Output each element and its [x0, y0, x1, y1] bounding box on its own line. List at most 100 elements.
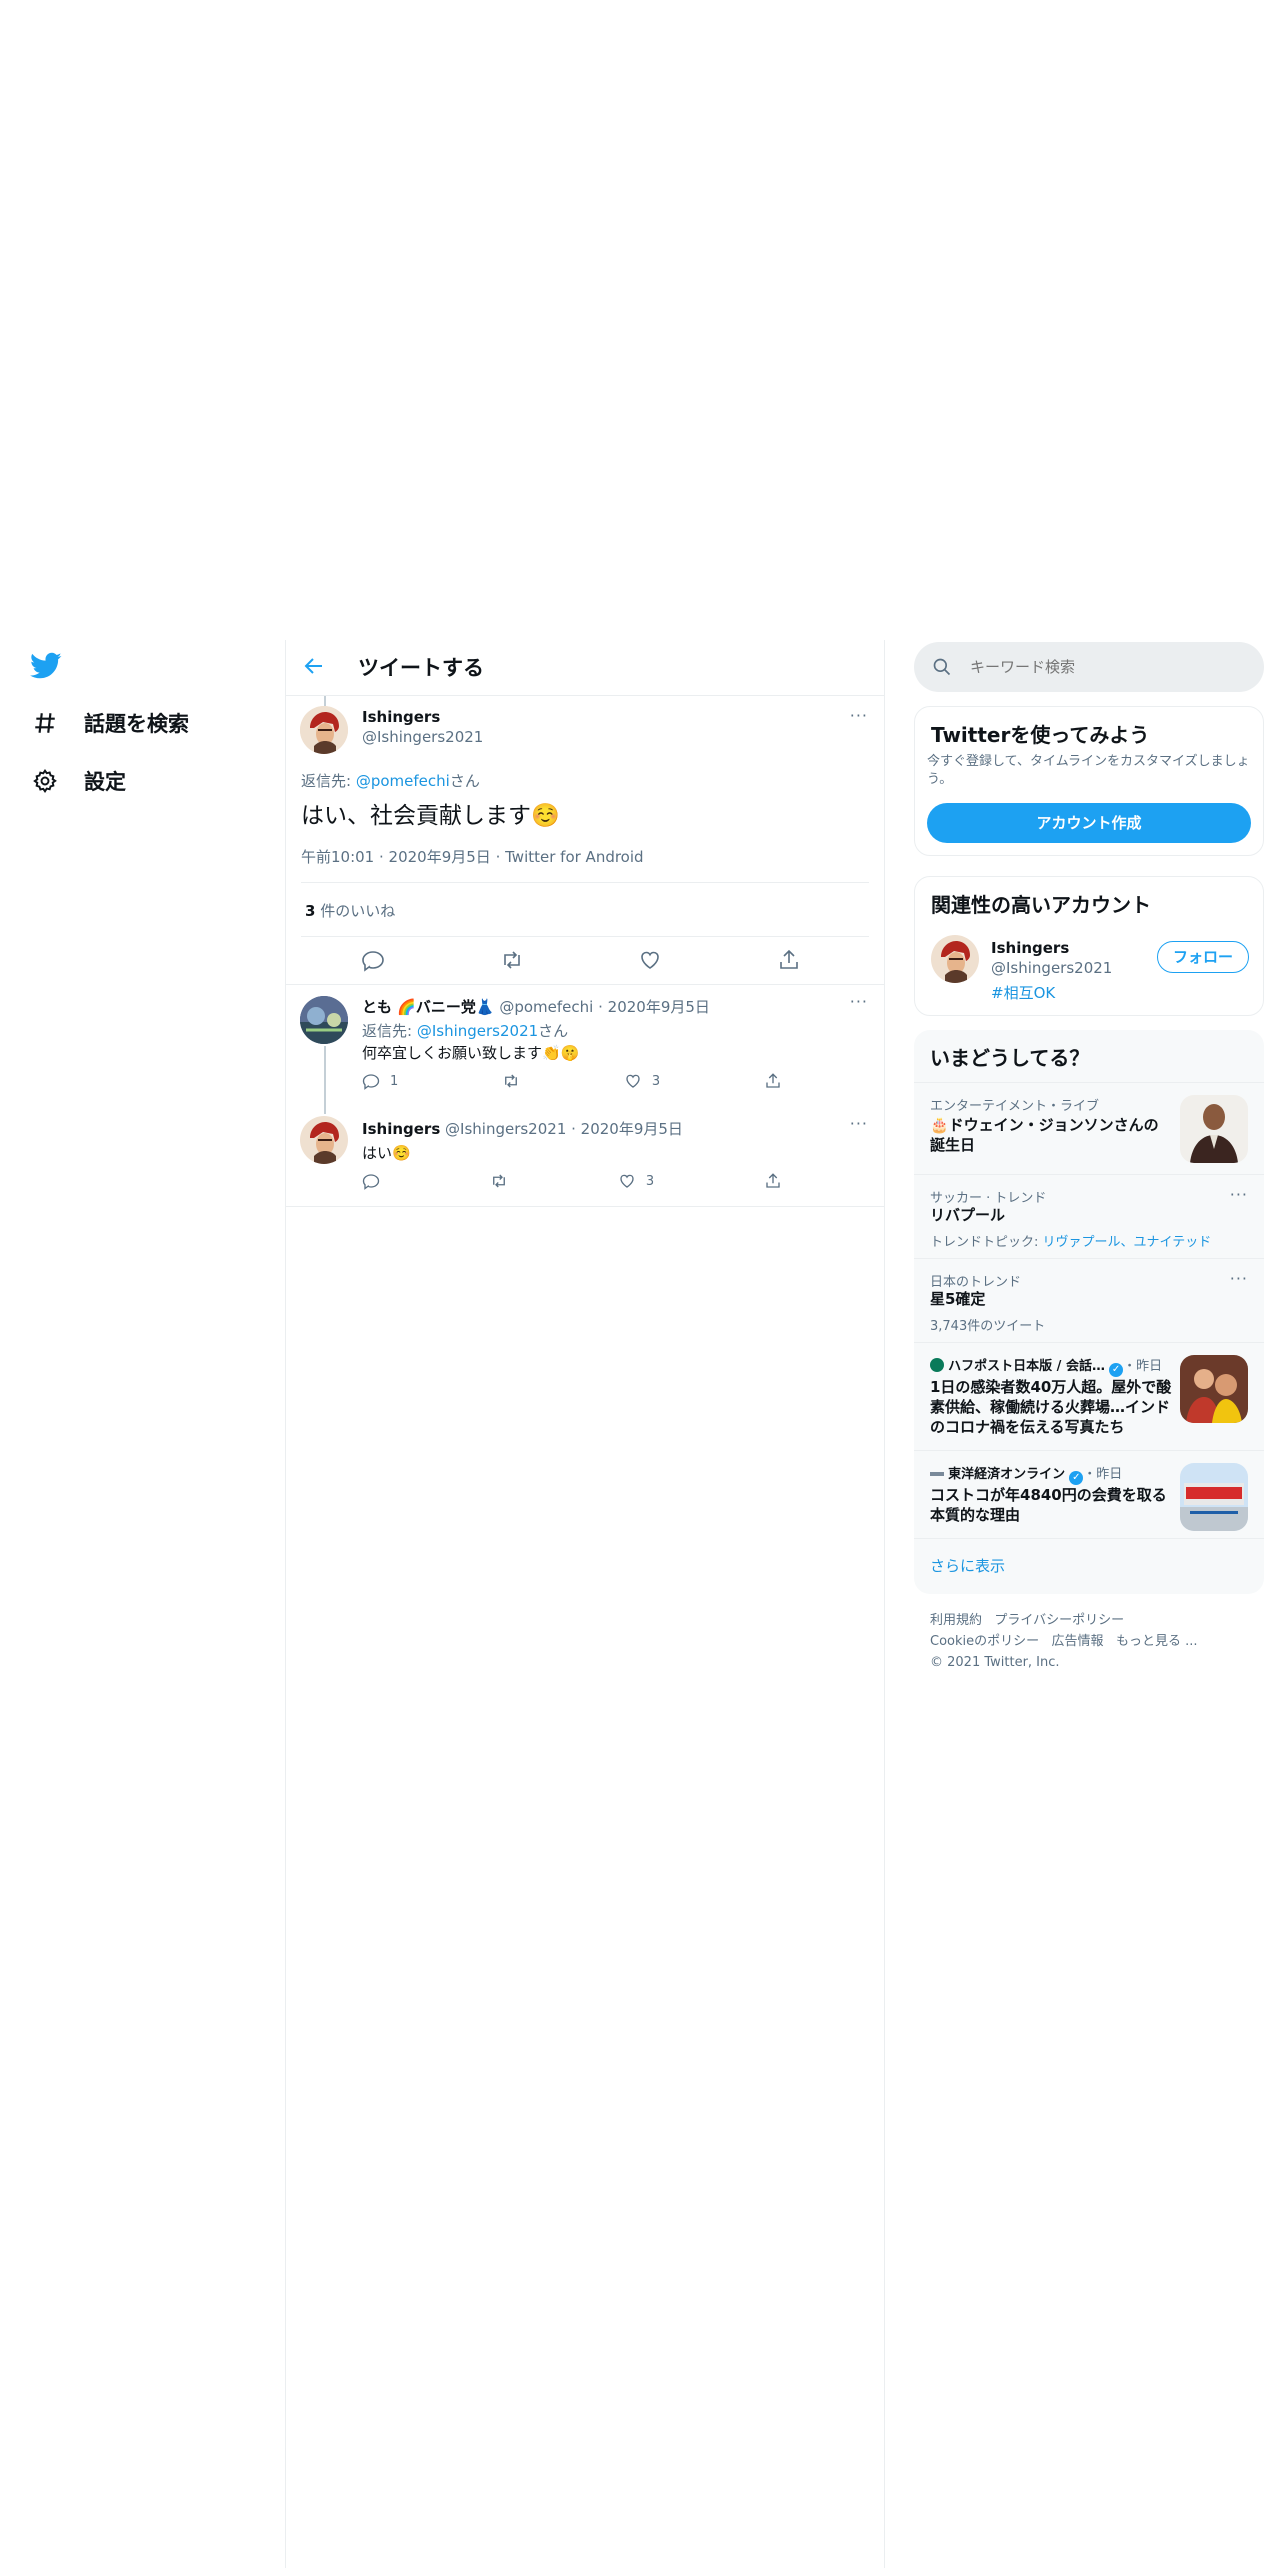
- footer-link-privacy[interactable]: プライバシーポリシー: [994, 1613, 1124, 1628]
- search-input[interactable]: [970, 654, 1240, 680]
- news-item[interactable]: ハフポスト日本版 / 会話… ✓ ・昨日 1日の感染者数40万人超。屋外で酸素供給…: [914, 1342, 1264, 1450]
- like-count: 3: [645, 1173, 655, 1189]
- related-name[interactable]: Ishingers: [991, 939, 1069, 957]
- footer-copyright: © 2021 Twitter, Inc.: [930, 1655, 1060, 1670]
- source-logo-icon: [930, 1358, 944, 1372]
- likes-count-line[interactable]: 3 件のいいね: [305, 900, 395, 921]
- reply-date[interactable]: 2020年9月5日: [608, 998, 710, 1016]
- header: ツイートする: [286, 640, 884, 696]
- reply-to-handle[interactable]: @pomefechi: [356, 772, 450, 790]
- footer-row-1: 利用規約 プライバシーポリシー: [930, 1610, 1197, 1631]
- reply-more-icon[interactable]: ···: [850, 1114, 868, 1133]
- trend-related: トレンドトピック: リヴァプール、ユナイテッド: [930, 1231, 1211, 1250]
- trend-title: リバプール: [930, 1206, 1006, 1224]
- retweet-icon: [505, 1074, 518, 1088]
- reply-to-line: 返信先: @pomefechiさん: [301, 770, 480, 791]
- trend-related-links[interactable]: リヴァプール、ユナイテッド: [1043, 1235, 1212, 1250]
- back-arrow-icon[interactable]: [302, 654, 326, 678]
- reply-count: 1: [390, 1073, 399, 1089]
- retweet-icon: [492, 1174, 505, 1188]
- trend-item[interactable]: 日本のトレンド ··· 星5確定 3,743件のツイート: [914, 1258, 1264, 1342]
- avatar[interactable]: [300, 996, 348, 1044]
- share-icon[interactable]: [777, 948, 801, 972]
- reply-more-icon[interactable]: ···: [850, 992, 868, 1011]
- tweet-author-handle[interactable]: @Ishingers2021: [362, 728, 483, 746]
- retweet-button[interactable]: [502, 1072, 520, 1090]
- news-source-line: ハフポスト日本版 / 会話… ✓ ・昨日: [930, 1355, 1162, 1377]
- tweet-more-icon[interactable]: ···: [850, 706, 868, 725]
- like-button[interactable]: 3: [618, 1172, 654, 1190]
- follow-button[interactable]: フォロー: [1157, 941, 1249, 973]
- divider: [301, 936, 869, 937]
- news-thumbnail: [1180, 1463, 1248, 1531]
- divider: [286, 984, 884, 985]
- retweet-button[interactable]: [490, 1172, 508, 1190]
- share-button[interactable]: [764, 1172, 782, 1190]
- reply-icon[interactable]: [361, 948, 385, 972]
- avatar[interactable]: [300, 706, 348, 754]
- nav-explore[interactable]: 話題を検索: [30, 708, 189, 738]
- trend-more-icon[interactable]: ···: [1230, 1269, 1248, 1288]
- reply-author-handle[interactable]: @Ishingers2021: [445, 1120, 566, 1138]
- nav-settings[interactable]: 設定: [30, 766, 126, 796]
- trend-tweet-count: 3,743件のツイート: [930, 1319, 1046, 1334]
- gear-icon: [30, 766, 60, 796]
- related-handle[interactable]: @Ishingers2021: [991, 959, 1112, 977]
- twitter-logo-icon[interactable]: [30, 652, 62, 680]
- footer-link-more[interactable]: もっと見る ...: [1116, 1634, 1198, 1649]
- related-bio-hashtag[interactable]: #相互OK: [991, 982, 1055, 1003]
- trend-item[interactable]: エンターテイメント・ライブ 🎂ドウェイン・ジョンソンさんの誕生日: [914, 1082, 1264, 1174]
- footer-link-ads[interactable]: 広告情報: [1052, 1634, 1104, 1649]
- verified-icon: ✓: [1109, 1363, 1124, 1377]
- footer-link-cookies[interactable]: Cookieのポリシー: [930, 1634, 1039, 1649]
- tweet-date[interactable]: 2020年9月5日: [389, 848, 491, 866]
- like-icon: [620, 1174, 634, 1188]
- share-icon: [766, 1073, 780, 1088]
- reply-to-suffix: さん: [538, 1022, 569, 1040]
- reply-to-handle[interactable]: @Ishingers2021: [417, 1022, 538, 1040]
- like-icon[interactable]: [638, 948, 662, 972]
- show-more-link[interactable]: さらに表示: [930, 1555, 1005, 1576]
- like-button[interactable]: 3: [624, 1072, 660, 1090]
- tweet-client: Twitter for Android: [505, 848, 644, 866]
- avatar[interactable]: [931, 935, 979, 983]
- trend-related-prefix: トレンドトピック:: [930, 1235, 1043, 1250]
- trend-item[interactable]: サッカー · トレンド ··· リバプール トレンドトピック: リヴァプール、ユ…: [914, 1174, 1264, 1258]
- news-source: ハフポスト日本版 / 会話…: [948, 1359, 1105, 1374]
- share-button[interactable]: [764, 1072, 782, 1090]
- reply-author-name[interactable]: とも 🌈バニー党👗: [362, 998, 495, 1016]
- reply-button[interactable]: 1: [362, 1072, 398, 1090]
- show-more-row[interactable]: さらに表示: [914, 1538, 1264, 1594]
- reply-to-suffix: さん: [449, 772, 480, 790]
- avatar[interactable]: [300, 1116, 348, 1164]
- signup-title: Twitterを使ってみよう: [931, 723, 1150, 747]
- reply-date[interactable]: 2020年9月5日: [581, 1120, 683, 1138]
- divider: [286, 1206, 884, 1207]
- news-source: 東洋経済オンライン: [948, 1467, 1066, 1482]
- trends-title: いまどうしてる？: [930, 1046, 1090, 1070]
- create-account-button[interactable]: アカウント作成: [927, 803, 1251, 843]
- signup-card: Twitterを使ってみよう 今すぐ登録して、タイムラインをカスタマイズしましょ…: [914, 706, 1264, 856]
- news-thumbnail: [1180, 1355, 1248, 1423]
- tweet-time[interactable]: 午前10:01: [301, 848, 374, 866]
- footer-link-terms[interactable]: 利用規約: [930, 1613, 982, 1628]
- retweet-icon[interactable]: [500, 948, 524, 972]
- reply-author-name[interactable]: Ishingers: [362, 1120, 440, 1138]
- trend-title: 🎂ドウェイン・ジョンソンさんの誕生日: [930, 1116, 1159, 1154]
- main-tweet-actions: [361, 948, 801, 972]
- reply-text: 何卒宜しくお願い致します👏🤫: [362, 1044, 580, 1062]
- news-item[interactable]: 東洋経済オンライン ✓ ・昨日 コストコが年4840円の会費を取る本質的な理由: [914, 1450, 1264, 1538]
- reply-button[interactable]: [362, 1172, 380, 1190]
- thread-line: [324, 1046, 326, 1114]
- search-box[interactable]: [914, 642, 1264, 692]
- reply-header: Ishingers @Ishingers2021 · 2020年9月5日: [362, 1120, 683, 1138]
- tweet-author-name[interactable]: Ishingers: [362, 708, 440, 726]
- news-time: ・昨日: [1083, 1467, 1123, 1482]
- reply-actions: 3: [362, 1172, 782, 1190]
- trend-category: サッカー · トレンド: [930, 1191, 1047, 1206]
- share-icon: [766, 1173, 780, 1188]
- reply-icon: [362, 1174, 380, 1190]
- related-title: 関連性の高いアカウント: [931, 893, 1151, 917]
- reply-author-handle[interactable]: @pomefechi: [499, 998, 593, 1016]
- trend-more-icon[interactable]: ···: [1230, 1185, 1248, 1204]
